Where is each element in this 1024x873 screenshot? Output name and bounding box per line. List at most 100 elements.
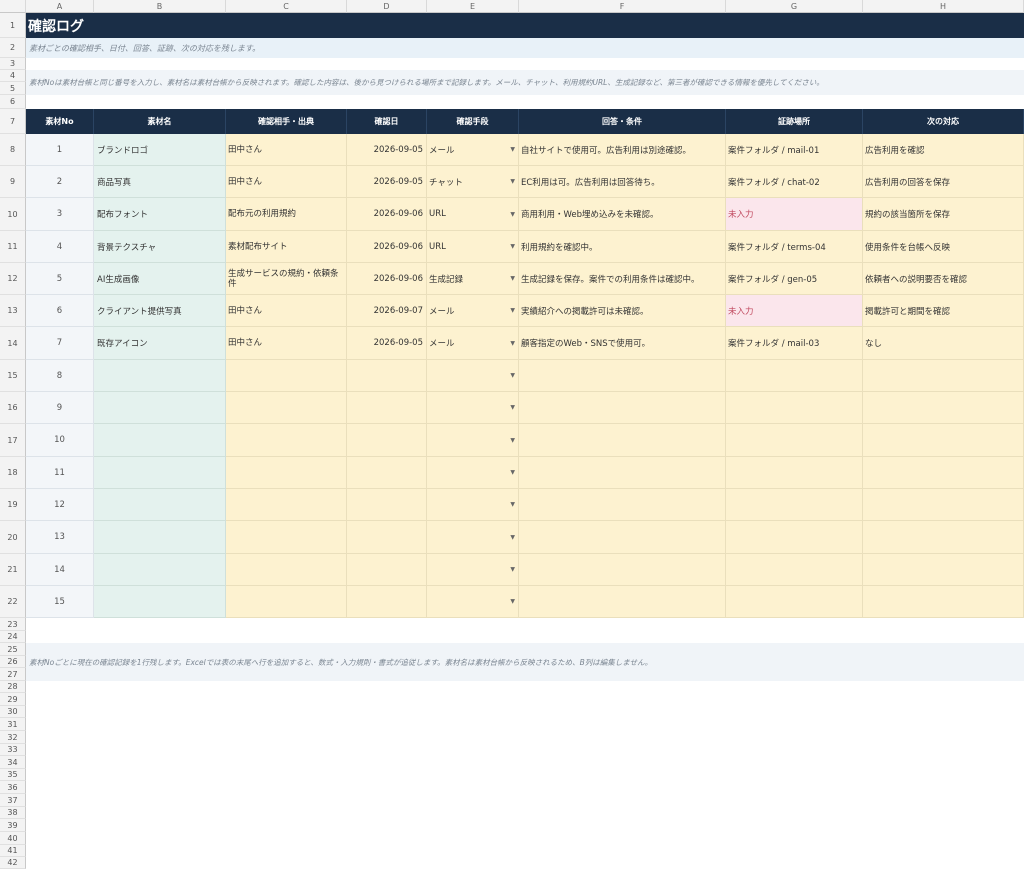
row-header-28[interactable]: 28 <box>0 681 26 693</box>
row-header-3[interactable]: 3 <box>0 58 26 70</box>
row-header-5[interactable]: 5 <box>0 82 26 95</box>
cell-answer[interactable] <box>519 360 726 392</box>
row-header-37[interactable]: 37 <box>0 794 26 807</box>
cell-contact[interactable]: 田中さん <box>226 166 347 198</box>
row-header-14[interactable]: 14 <box>0 327 26 360</box>
dropdown-arrow-icon[interactable]: ▼ <box>510 307 515 314</box>
cell-method[interactable]: ▼ <box>427 360 519 392</box>
cell-answer[interactable] <box>519 521 726 554</box>
cell-next[interactable] <box>863 586 1024 618</box>
column-header-d[interactable]: D <box>347 0 427 13</box>
cell-date[interactable] <box>347 489 427 521</box>
cell-contact[interactable]: 田中さん <box>226 327 347 360</box>
cell-contact[interactable] <box>226 360 347 392</box>
row-header-42[interactable]: 42 <box>0 857 26 869</box>
row-header-32[interactable]: 32 <box>0 731 26 744</box>
cell-answer[interactable]: 生成記録を保存。案件での利用条件は確認中。 <box>519 263 726 295</box>
column-header-f[interactable]: F <box>519 0 726 13</box>
row-header-40[interactable]: 40 <box>0 832 26 845</box>
cell-method[interactable]: URL ▼ <box>427 198 519 231</box>
row-header-9[interactable]: 9 <box>0 166 26 198</box>
cell-no[interactable]: 8 <box>26 360 94 392</box>
cell-no[interactable]: 12 <box>26 489 94 521</box>
footer-note[interactable]: 素材Noごとに現在の確認記録を1行残します。Excelでは表の末尾へ行を追加する… <box>26 643 1024 681</box>
cell-evidence[interactable]: 案件フォルダ / chat-02 <box>726 166 863 198</box>
cell-no[interactable]: 4 <box>26 231 94 263</box>
cell-contact[interactable] <box>226 521 347 554</box>
cell-method[interactable]: ▼ <box>427 424 519 457</box>
row-header-31[interactable]: 31 <box>0 718 26 731</box>
cell-evidence[interactable]: 案件フォルダ / terms-04 <box>726 231 863 263</box>
cell-next[interactable] <box>863 424 1024 457</box>
row-header-30[interactable]: 30 <box>0 706 26 718</box>
select-all-corner[interactable] <box>0 0 26 13</box>
dropdown-arrow-icon[interactable]: ▼ <box>510 178 515 185</box>
sheet-title[interactable]: 確認ログ <box>26 13 1024 38</box>
cell-no[interactable]: 13 <box>26 521 94 554</box>
cell-method[interactable]: URL ▼ <box>427 231 519 263</box>
cell-method[interactable]: ▼ <box>427 521 519 554</box>
dropdown-arrow-icon[interactable]: ▼ <box>510 146 515 153</box>
cell-date[interactable]: 2026-09-06 <box>347 231 427 263</box>
column-header-c[interactable]: C <box>226 0 347 13</box>
column-header-g[interactable]: G <box>726 0 863 13</box>
cell-answer[interactable]: 自社サイトで使用可。広告利用は別途確認。 <box>519 134 726 166</box>
row-header-38[interactable]: 38 <box>0 807 26 819</box>
cell-method[interactable]: メール ▼ <box>427 295 519 327</box>
cell-next[interactable] <box>863 457 1024 489</box>
cell-next[interactable]: 使用条件を台帳へ反映 <box>863 231 1024 263</box>
dropdown-arrow-icon[interactable]: ▼ <box>510 534 515 541</box>
cell-contact[interactable]: 生成サービスの規約・依頼条件 <box>226 263 347 295</box>
cell-answer[interactable] <box>519 489 726 521</box>
cell-next[interactable]: 広告利用の回答を保存 <box>863 166 1024 198</box>
cell-no[interactable]: 6 <box>26 295 94 327</box>
cell-date[interactable]: 2026-09-05 <box>347 166 427 198</box>
row-header-26[interactable]: 26 <box>0 656 26 668</box>
cell-date[interactable] <box>347 392 427 424</box>
row-header-29[interactable]: 29 <box>0 693 26 706</box>
cell-contact[interactable]: 田中さん <box>226 295 347 327</box>
cell-date[interactable] <box>347 554 427 586</box>
cell-evidence[interactable] <box>726 392 863 424</box>
dropdown-arrow-icon[interactable]: ▼ <box>510 566 515 573</box>
cell-contact[interactable] <box>226 457 347 489</box>
cell-date[interactable] <box>347 360 427 392</box>
cell-answer[interactable] <box>519 554 726 586</box>
cell-next[interactable] <box>863 521 1024 554</box>
cell-evidence[interactable]: 未入力 <box>726 198 863 231</box>
cell-evidence[interactable] <box>726 457 863 489</box>
cell-evidence[interactable] <box>726 554 863 586</box>
row-header-4[interactable]: 4 <box>0 70 26 82</box>
row-header-13[interactable]: 13 <box>0 295 26 327</box>
cell-date[interactable] <box>347 586 427 618</box>
cell-evidence[interactable]: 案件フォルダ / mail-01 <box>726 134 863 166</box>
cell-next[interactable]: なし <box>863 327 1024 360</box>
row-header-34[interactable]: 34 <box>0 756 26 769</box>
row-header-25[interactable]: 25 <box>0 643 26 656</box>
row-header-15[interactable]: 15 <box>0 360 26 392</box>
dropdown-arrow-icon[interactable]: ▼ <box>510 598 515 605</box>
dropdown-arrow-icon[interactable]: ▼ <box>510 372 515 379</box>
cell-method[interactable]: ▼ <box>427 457 519 489</box>
cell-method[interactable]: ▼ <box>427 392 519 424</box>
cell-method[interactable]: ▼ <box>427 489 519 521</box>
row-header-8[interactable]: 8 <box>0 134 26 166</box>
dropdown-arrow-icon[interactable]: ▼ <box>510 404 515 411</box>
cell-next[interactable] <box>863 360 1024 392</box>
cell-next[interactable]: 掲載許可と期間を確認 <box>863 295 1024 327</box>
cell-answer[interactable]: EC利用は可。広告利用は回答待ち。 <box>519 166 726 198</box>
cell-no[interactable]: 14 <box>26 554 94 586</box>
cell-evidence[interactable]: 案件フォルダ / gen-05 <box>726 263 863 295</box>
cell-method[interactable]: メール ▼ <box>427 327 519 360</box>
cell-evidence[interactable] <box>726 489 863 521</box>
cell-answer[interactable]: 顧客指定のWeb・SNSで使用可。 <box>519 327 726 360</box>
cell-method[interactable]: メール ▼ <box>427 134 519 166</box>
row-header-23[interactable]: 23 <box>0 618 26 631</box>
cell-answer[interactable] <box>519 586 726 618</box>
dropdown-arrow-icon[interactable]: ▼ <box>510 501 515 508</box>
sheet-subtitle[interactable]: 素材ごとの確認相手、日付、回答、証跡、次の対応を残します。 <box>26 38 1024 58</box>
cell-evidence[interactable] <box>726 586 863 618</box>
cell-method[interactable]: チャット ▼ <box>427 166 519 198</box>
row-header-1[interactable]: 1 <box>0 13 26 38</box>
cell-no[interactable]: 3 <box>26 198 94 231</box>
